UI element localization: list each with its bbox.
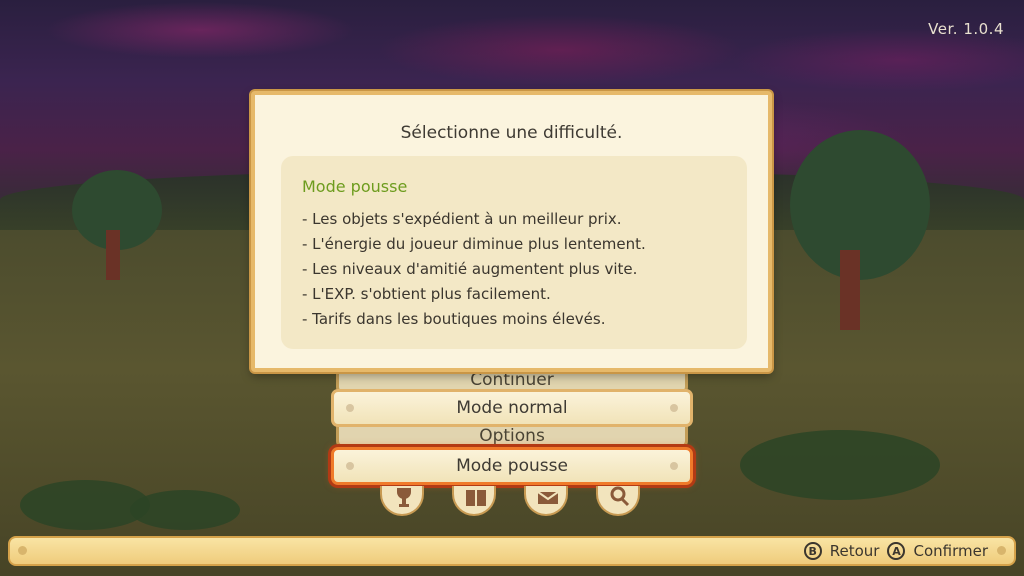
benefit-item: - Les niveaux d'amitié augmentent plus v… [302, 260, 638, 278]
mode-title: Mode pousse [302, 177, 408, 196]
mode-description-box: Mode pousse - Les objets s'expédient à u… [281, 156, 747, 349]
trophy-icon [397, 488, 411, 507]
button-dot-right [670, 462, 678, 470]
a-button-icon: A [887, 542, 906, 560]
mode-normal-button[interactable]: Mode normal [331, 389, 693, 427]
version-label: Ver. 1.0.4 [928, 20, 1004, 38]
benefit-item: - Tarifs dans les boutiques moins élevés… [302, 310, 606, 328]
menu-item-options-label: Options [479, 426, 545, 446]
benefit-item: - L'énergie du joueur diminue plus lente… [302, 235, 646, 253]
tree-right [790, 130, 930, 280]
book-icon [466, 490, 486, 506]
back-hint-label[interactable]: Retour [830, 542, 880, 560]
magnifier-icon [610, 486, 630, 507]
benefit-item: - L'EXP. s'obtient plus facilement. [302, 285, 551, 303]
mode-pousse-button[interactable]: Mode pousse [331, 447, 693, 485]
bar-dot-right [997, 546, 1006, 555]
button-hints: B Retour A Confirmer [803, 542, 988, 560]
confirm-hint-label[interactable]: Confirmer [913, 542, 988, 560]
b-button-icon: B [803, 542, 822, 560]
bar-dot-left [18, 546, 27, 555]
button-dot-left [346, 462, 354, 470]
menu-item-continue-label: Continuer [470, 370, 554, 390]
panel-title: Sélectionne une difficulté. [400, 123, 623, 143]
button-dot-right [670, 404, 678, 412]
difficulty-panel: Sélectionne une difficulté. Mode pousse … [251, 91, 772, 372]
mode-pousse-label: Mode pousse [456, 456, 568, 476]
mode-benefits-list: - Les objets s'expédient à un meilleur p… [302, 207, 646, 332]
tree-left-trunk [106, 230, 120, 280]
controls-hint-bar: B Retour A Confirmer [8, 536, 1016, 566]
benefit-item: - Les objets s'expédient à un meilleur p… [302, 210, 622, 228]
bush-right [740, 430, 940, 500]
mail-icon [537, 491, 559, 504]
button-dot-left [346, 404, 354, 412]
tree-right-trunk [840, 250, 860, 330]
mode-normal-label: Mode normal [456, 398, 568, 418]
bush-mid [130, 490, 240, 530]
